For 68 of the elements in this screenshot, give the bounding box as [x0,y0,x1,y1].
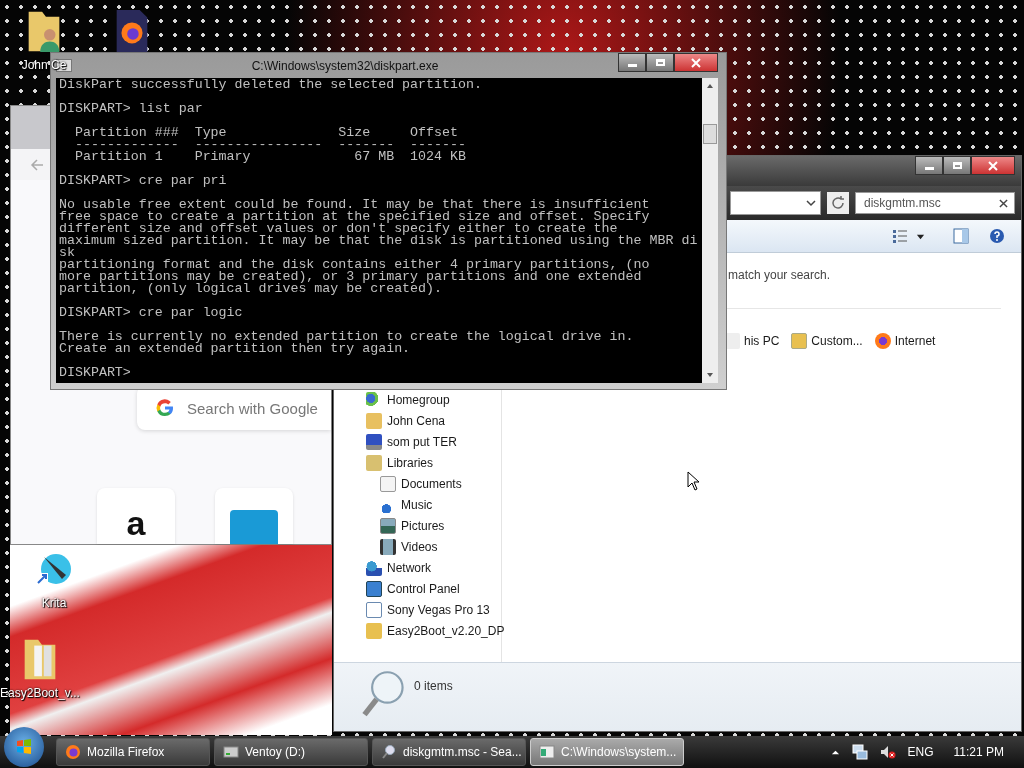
nav-item-icon [366,580,382,597]
nav-item-icon [380,475,396,492]
dropdown-caret-icon[interactable] [806,198,816,208]
nav-item-icon [380,538,396,555]
search-icon [381,744,397,760]
help-icon[interactable] [989,228,1005,244]
close-icon [988,160,998,171]
navigation-item[interactable]: Network [366,557,501,578]
desktop-icon-label[interactable]: John Ce [21,58,67,72]
firefox-icon [65,744,81,760]
minimize-button[interactable] [915,156,943,175]
console-icon [539,744,555,760]
navigation-item[interactable]: Pictures [366,515,501,536]
navigation-item[interactable]: Documents [366,473,501,494]
navigation-item[interactable]: Control Panel [366,578,501,599]
shortcut-tile[interactable]: a [97,488,175,544]
scroll-thumb[interactable] [703,124,717,144]
item-count: 0 items [414,679,453,693]
clock[interactable]: 11:21 PM [953,745,1004,759]
close-icon [691,57,701,68]
maximize-button[interactable] [943,156,971,175]
taskbar-button[interactable]: Ventoy (D:) [214,738,368,766]
nav-item-icon [366,433,382,450]
nav-item-icon [380,517,396,534]
console-output: DiskPart successfully deleted the selected partition. DISKPART> list par Partition ### Type Size Offset ------------- ---------------- ------- ------- Partition 1 Primary 67 MB 1024 KB DISKPART> cre par pri No usable free extent could be found. It may be that there is insufficient free space to create a partition at the specified size and offset. Specify different size and offset values or don't specify either to create the maximum sized partition. It may be that the disk is partitioned using the MBR di sk partitioning format and the disk contains either 4 primary partitions, (no more partitions may be created), or 3 primary partitions and one extended partition, (only logical drives may be created). DISKPART> cre par logic There is currently no extended partition to create the logical drive in. Create an extended partition then try again. DISKPART> [58,78,699,382]
language-indicator[interactable]: ENG [907,745,934,759]
start-button[interactable] [4,727,44,767]
search-location-link[interactable]: Internet [874,333,936,349]
shortcut-tile[interactable] [215,488,293,544]
location-icon [874,333,891,349]
clear-search-icon[interactable] [999,198,1008,208]
nav-item-icon [366,454,382,471]
search-box[interactable]: diskgmtm.msc [855,192,1015,214]
mouse-pointer-icon [687,471,699,491]
site-logo-icon [230,510,278,544]
navigation-item[interactable]: Libraries [366,452,501,473]
navigation-item[interactable]: som put TER [366,431,501,452]
muted-speaker-icon[interactable] [879,744,896,760]
magnifier-icon [360,669,406,719]
scrollbar[interactable] [702,78,718,383]
nav-item-icon [366,412,382,429]
no-results-message: match your search. [728,268,832,282]
amazon-logo: a [126,506,146,544]
refresh-icon[interactable] [827,192,849,214]
google-logo-icon [155,398,175,418]
location-icon [791,333,808,349]
scroll-down-icon[interactable] [705,371,715,379]
navigation-item[interactable]: Homegroup [366,389,501,410]
minimize-button[interactable] [618,53,646,72]
navigation-item[interactable]: Sony Vegas Pro 13 [366,599,501,620]
close-button[interactable] [674,53,718,72]
navigation-item[interactable]: John Cena [366,410,501,431]
windows-logo-icon [14,737,34,757]
navigation-item[interactable]: Music [366,494,501,515]
navigation-item[interactable]: Videos [366,536,501,557]
drive-icon [223,744,239,760]
search-field[interactable]: Search with Google [187,399,319,417]
network-icon[interactable] [851,744,868,760]
nav-item-icon [366,622,382,639]
maximize-button[interactable] [646,53,674,72]
taskbar-button[interactable]: diskgmtm.msc - Sea... [372,738,526,766]
window-title: C:\Windows\system32\diskpart.exe [250,58,440,73]
nav-item-icon [366,601,382,618]
search-location-link[interactable]: Custom... [791,333,863,349]
taskbar-button[interactable]: Mozilla Firefox [56,738,210,766]
close-button[interactable] [971,156,1015,175]
scroll-up-icon[interactable] [705,82,715,90]
view-list-icon[interactable] [892,228,908,244]
